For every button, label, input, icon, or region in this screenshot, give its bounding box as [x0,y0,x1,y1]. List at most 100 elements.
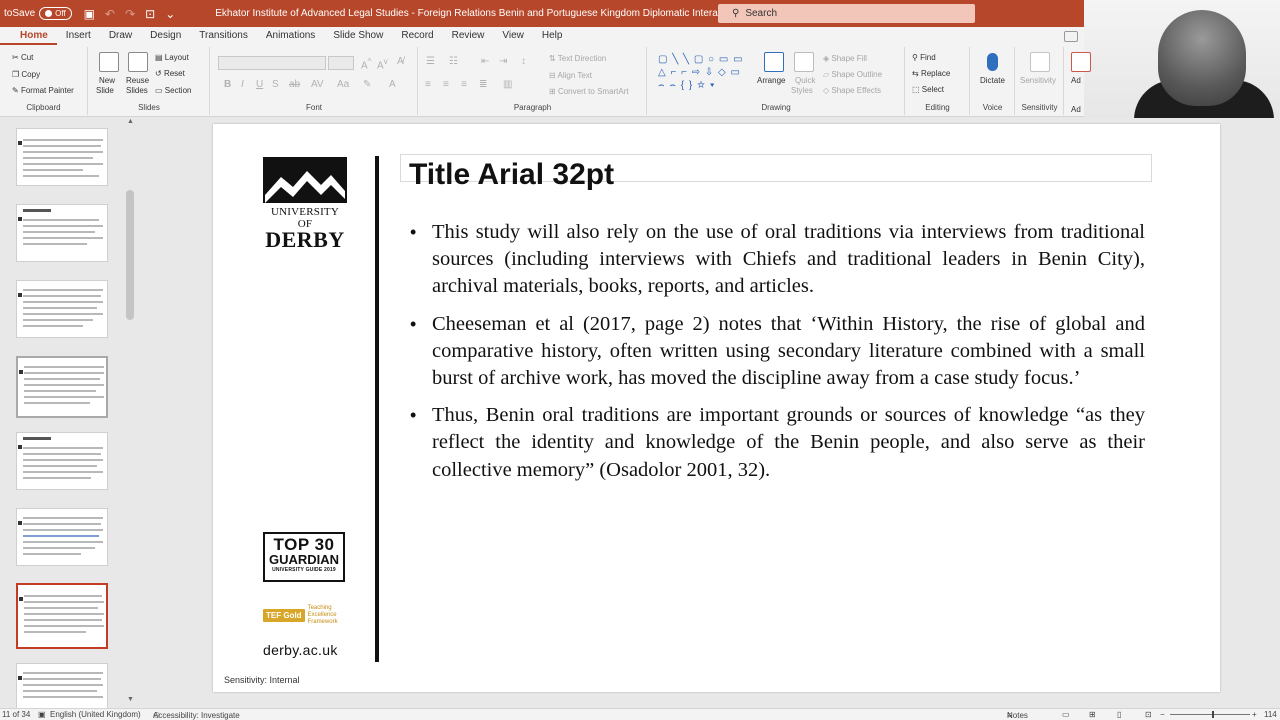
reuse-slides-icon[interactable] [128,52,148,72]
increase-indent-icon[interactable]: ⇥ [499,56,507,67]
slide-title[interactable]: Title Arial 32pt [409,157,614,193]
tab-slide-show[interactable]: Slide Show [324,27,392,45]
microphone-icon[interactable] [987,53,998,71]
clear-format-icon[interactable]: A̸ [397,56,404,67]
thumbnail-slide[interactable] [16,508,108,566]
tab-insert[interactable]: Insert [57,27,100,45]
font-size-dropdown[interactable] [328,56,354,70]
justify-icon[interactable]: ≣ [479,79,487,90]
thumbnail-slide[interactable] [16,356,108,418]
section-button[interactable]: ▭ Section [155,86,191,95]
slide[interactable]: UNIVERSITY OF DERBY Title Arial 32pt Thi… [213,124,1220,692]
bullets-icon[interactable]: ☰ [426,56,435,67]
autosave[interactable]: toSave Off [0,7,72,20]
strikethrough-icon[interactable]: ab [289,79,300,90]
tab-design[interactable]: Design [141,27,190,45]
change-case-icon[interactable]: Aa [337,79,349,90]
tab-record[interactable]: Record [392,27,442,45]
align-center-icon[interactable]: ≡ [443,79,449,90]
align-text-button[interactable]: ⊟ Align Text [549,71,592,80]
scrollbar-thumb[interactable] [126,190,134,320]
font-name-dropdown[interactable] [218,56,326,70]
italic-icon[interactable]: I [241,79,244,90]
sensitivity-button[interactable]: Sensitivity [1020,76,1056,85]
align-left-icon[interactable]: ≡ [425,79,431,90]
sensitivity-icon[interactable] [1030,52,1050,72]
decrease-indent-icon[interactable]: ⇤ [481,56,489,67]
zoom-out-icon[interactable]: − [1160,710,1165,719]
tab-animations[interactable]: Animations [257,27,324,45]
quick-styles-label[interactable]: Quick [795,76,815,85]
customize-qat-icon[interactable]: ⌄ [165,7,175,21]
zoom-level[interactable]: 114 [1264,710,1277,719]
shape-outline-button[interactable]: ▱ Shape Outline [823,70,882,79]
zoom-slider[interactable] [1170,714,1250,715]
addins-icon[interactable] [1071,52,1091,72]
arrange-label[interactable]: Arrange [757,76,785,85]
layout-button[interactable]: ▤ Layout [155,53,189,62]
select-button[interactable]: ⬚ Select [912,85,944,94]
new-slide-label2[interactable]: Slide [96,86,114,95]
highlight-icon[interactable]: ✎ [363,79,371,90]
thumbnail-slide[interactable] [16,204,108,262]
tab-draw[interactable]: Draw [100,27,141,45]
tab-review[interactable]: Review [443,27,494,45]
tab-home[interactable]: Home [0,27,57,45]
new-slide-icon[interactable] [99,52,119,72]
reset-button[interactable]: ↺ Reset [155,69,185,78]
tab-transitions[interactable]: Transitions [190,27,257,45]
normal-view-icon[interactable]: ▭ [1062,710,1070,719]
scroll-down-icon[interactable]: ▼ [127,696,134,703]
zoom-in-icon[interactable]: + [1252,710,1257,719]
format-painter-button[interactable]: ✎ Format Painter [12,86,74,95]
present-icon[interactable]: ⊡ [145,7,155,21]
find-button[interactable]: ⚲ Find [912,53,936,62]
columns-icon[interactable]: ▥ [503,79,512,90]
thumbnail-slide[interactable] [16,280,108,338]
tab-help[interactable]: Help [533,27,572,45]
reuse-slides-label[interactable]: Reuse [126,76,149,85]
language[interactable]: English (United Kingdom) [50,710,141,719]
bullet-list[interactable]: This study will also rely on the use of … [407,219,1145,494]
copy-button[interactable]: ❐ Copy [12,70,40,79]
quick-styles-icon[interactable] [794,52,814,72]
shape-fill-button[interactable]: ◈ Shape Fill [823,54,867,63]
addins-button[interactable]: Ad [1071,76,1081,85]
thumbnail-slide[interactable] [16,432,108,490]
thumbnail-scrollbar[interactable]: ▲ ▼ [124,118,136,708]
quick-styles-label2[interactable]: Styles [791,86,813,95]
autosave-toggle[interactable]: Off [39,7,72,20]
reading-view-icon[interactable]: ▯ [1117,710,1121,719]
dictate-button[interactable]: Dictate [980,76,1005,85]
undo-icon[interactable]: ↶ [105,7,115,21]
reuse-slides-label2[interactable]: Slides [126,86,148,95]
numbering-icon[interactable]: ☷ [449,56,458,67]
convert-smartart-button[interactable]: ⊞ Convert to SmartArt [549,87,629,96]
text-direction-button[interactable]: ⇅ Text Direction [549,54,606,63]
shape-effects-button[interactable]: ◇ Shape Effects [823,86,881,95]
redo-icon[interactable]: ↷ [125,7,135,21]
increase-font-icon[interactable]: A^ [361,56,372,71]
align-right-icon[interactable]: ≡ [461,79,467,90]
cut-button[interactable]: ✂ Cut [12,53,33,62]
arrange-icon[interactable] [764,52,784,72]
shadow-icon[interactable]: S [272,79,279,90]
spacing-icon[interactable]: AV [311,79,324,90]
spelling-icon[interactable]: ▣ [38,710,46,719]
slideshow-icon[interactable]: ⊡ [1145,710,1152,719]
underline-icon[interactable]: U [256,79,263,90]
replace-button[interactable]: ⇆ Replace [912,69,950,78]
bold-icon[interactable]: B [224,79,231,90]
tab-view[interactable]: View [493,27,533,45]
font-color-icon[interactable]: A [389,79,396,90]
save-icon[interactable]: ▣ [84,7,95,21]
zoom-slider-knob[interactable] [1212,711,1214,718]
decrease-font-icon[interactable]: Av [377,56,388,71]
scroll-up-icon[interactable]: ▲ [127,118,134,125]
thumbnail-slide-selected[interactable] [16,583,108,649]
comments-icon[interactable] [1064,30,1078,42]
line-spacing-icon[interactable]: ↕ [521,56,526,67]
shapes-gallery[interactable]: ▢ ╲ ╲ ▢ ○ ▭ ▭ △ ⌐ ⌐ ⇨ ⇩ ◇ ▭ ⌢ ⌢ { } ☆ ▾ [658,53,750,97]
search-box[interactable]: ⚲ Search [718,4,975,23]
new-slide-label[interactable]: New [99,76,115,85]
